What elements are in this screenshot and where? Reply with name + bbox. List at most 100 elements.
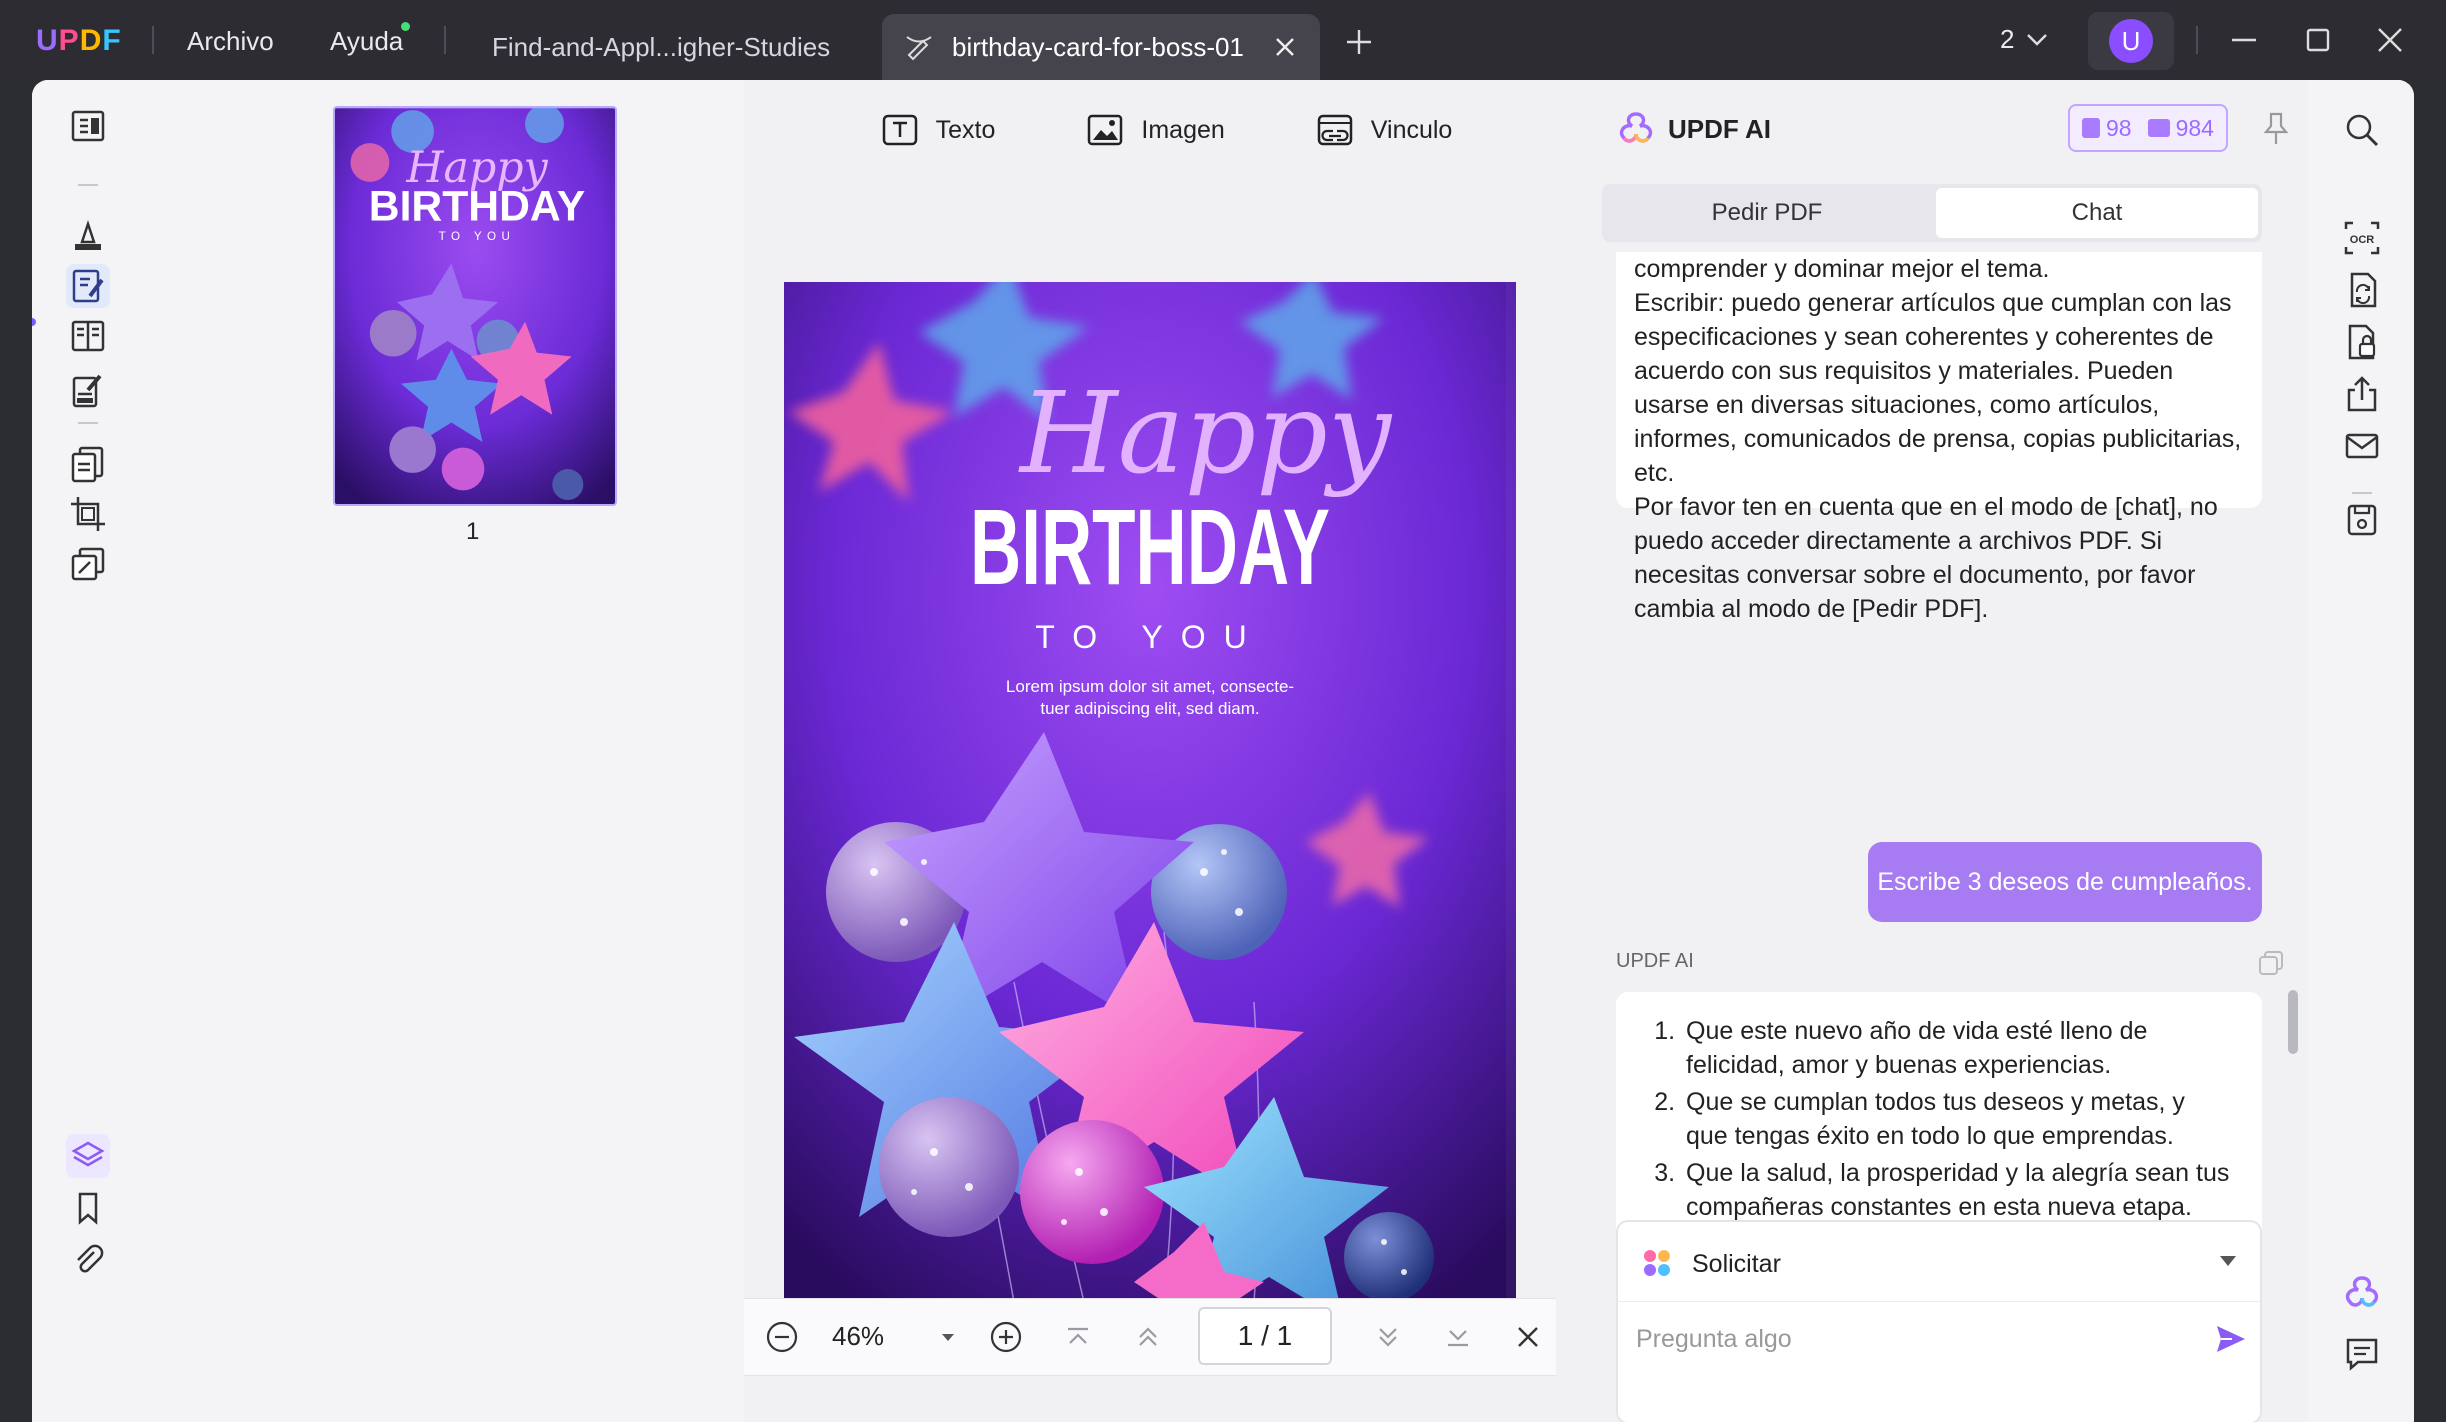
list-item: Que este nuevo año de vida esté lleno de… <box>1682 1014 2232 1082</box>
tab-label: Find-and-Appl...igher-Studies <box>492 31 831 62</box>
notification-dot <box>401 22 410 31</box>
ai-sender-label: UPDF AI <box>1616 950 1694 972</box>
title-bar: UPDF Archivo Ayuda Find-and-Appl...igher… <box>0 0 2446 80</box>
active-indicator <box>32 318 36 326</box>
protect-icon[interactable] <box>2342 322 2382 362</box>
card-birthday: BIRTHDAY <box>970 486 1330 607</box>
chevron-down-icon <box>2220 1256 2236 1266</box>
share-icon[interactable] <box>2342 374 2382 414</box>
prompt-mode-label: Solicitar <box>1692 1250 1781 1278</box>
close-window-icon[interactable] <box>2372 22 2408 58</box>
updf-ai-icon[interactable] <box>2342 1274 2382 1314</box>
fill-sign-icon[interactable] <box>66 368 110 412</box>
comment-tool-icon[interactable] <box>66 214 110 258</box>
menu-archivo[interactable]: Archivo <box>187 26 274 57</box>
right-tool-rail: OCR <box>2308 80 2414 1422</box>
divider <box>2352 492 2372 494</box>
document-area: Texto Imagen Vinculo Happy BIRTHDAY TO Y… <box>744 80 1588 1422</box>
updf-logo[interactable]: UPDF <box>36 24 122 58</box>
ocr-icon[interactable]: OCR <box>2342 218 2382 258</box>
last-page-icon[interactable] <box>1440 1319 1476 1355</box>
compress-icon[interactable] <box>66 542 110 586</box>
menu-ayuda[interactable]: Ayuda <box>330 26 403 57</box>
attachment-icon[interactable] <box>66 1238 110 1282</box>
thumbnail-panel: Happy BIRTHDAY TO YOU 1 <box>144 80 744 1422</box>
chat-quota-value: 984 <box>2175 114 2214 141</box>
page-thumbnail[interactable]: Happy BIRTHDAY TO YOU <box>333 106 617 506</box>
reader-mode-icon[interactable] <box>66 104 110 148</box>
ai-title: UPDF AI <box>1668 114 1772 144</box>
search-icon[interactable] <box>2342 110 2382 150</box>
new-tab-icon[interactable] <box>1345 28 1373 56</box>
close-zoombar-icon[interactable] <box>1510 1319 1546 1355</box>
divider <box>78 184 98 186</box>
chat-scrollbar[interactable] <box>2288 990 2298 1054</box>
thumbnail-page-number: 1 <box>466 518 480 545</box>
minimize-icon[interactable] <box>2226 22 2262 58</box>
pin-icon[interactable] <box>2260 110 2292 146</box>
maximize-icon[interactable] <box>2300 22 2336 58</box>
zoom-dropdown-icon[interactable] <box>930 1319 966 1355</box>
prompt-mode-icon <box>1644 1250 1670 1276</box>
chat-history: comprender y dominar mejor el tema. Escr… <box>1588 252 2308 1282</box>
convert-pdf-icon[interactable] <box>2342 270 2382 310</box>
svg-text:BIRTHDAY: BIRTHDAY <box>369 183 585 231</box>
ai-quota-badge[interactable]: 98 984 <box>2068 104 2228 152</box>
window-count: 2 <box>2000 24 2015 54</box>
add-image-label: Imagen <box>1141 115 1225 144</box>
add-link-button[interactable]: Vinculo <box>1315 110 1452 150</box>
tab-ask-pdf[interactable]: Pedir PDF <box>1606 188 1928 238</box>
add-text-button[interactable]: Texto <box>880 110 995 150</box>
tab-label: birthday-card-for-boss-01 <box>952 31 1244 62</box>
zoom-out-icon[interactable] <box>764 1319 800 1355</box>
bookmark-icon[interactable] <box>66 1186 110 1230</box>
convert-icon[interactable] <box>66 442 110 486</box>
updf-ai-logo-icon <box>1619 112 1653 143</box>
crop-icon[interactable] <box>66 492 110 536</box>
zoom-bar: 46% 1 / 1 <box>744 1298 1556 1376</box>
edit-mode-icon <box>906 36 932 61</box>
card-to-you: TO YOU <box>1035 619 1265 655</box>
next-page-icon[interactable] <box>1370 1319 1406 1355</box>
zoom-level[interactable]: 46% <box>832 1321 884 1352</box>
ai-message-line: comprender y dominar mejor el tema. <box>1634 255 2050 283</box>
copy-icon[interactable] <box>2256 948 2286 978</box>
chevron-down-icon <box>2027 33 2048 46</box>
divider <box>444 26 446 54</box>
chat-quota: 984 <box>2147 114 2214 142</box>
email-icon[interactable] <box>2342 426 2382 466</box>
ai-message-line: Por favor ten en cuenta que en el modo d… <box>1634 493 2218 623</box>
text-tool-icon <box>882 114 917 146</box>
pdf-quota-value: 98 <box>2106 114 2132 141</box>
page-organize-icon[interactable] <box>66 314 110 358</box>
ai-mode-switch: Pedir PDF Chat <box>1602 184 2262 242</box>
close-tab-icon[interactable] <box>1274 36 1296 58</box>
chat-composer: Solicitar <box>1616 1220 2262 1422</box>
avatar[interactable]: U <box>2109 19 2153 63</box>
ai-message-previous: comprender y dominar mejor el tema. Escr… <box>1616 252 2262 623</box>
svg-text:TO YOU: TO YOU <box>439 230 516 243</box>
ask-input[interactable] <box>1636 1314 2196 1364</box>
card-lorem-line1: Lorem ipsum dolor sit amet, consecte- <box>1006 677 1294 696</box>
previous-page-icon[interactable] <box>1130 1319 1166 1355</box>
save-icon[interactable] <box>2342 500 2382 540</box>
page-number-input[interactable]: 1 / 1 <box>1198 1307 1332 1365</box>
window-count-dropdown[interactable]: 2 <box>2000 24 2048 55</box>
tab-find-and-apply[interactable]: Find-and-Appl...igher-Studies <box>470 14 870 80</box>
list-item: Que se cumplan todos tus deseos y metas,… <box>1682 1085 2232 1153</box>
tab-birthday-card[interactable]: birthday-card-for-boss-01 <box>882 14 1320 80</box>
add-image-button[interactable]: Imagen <box>1085 110 1225 150</box>
user-message: Escribe 3 deseos de cumpleaños. <box>1868 842 2262 922</box>
tab-chat[interactable]: Chat <box>1936 188 2258 238</box>
edit-pdf-icon[interactable] <box>66 264 110 308</box>
divider <box>2196 26 2198 54</box>
ai-message-line: Escribir: puedo generar artículos que cu… <box>1634 289 2242 487</box>
pdf-page[interactable]: Happy BIRTHDAY TO YOU Lorem ipsum dolor … <box>784 282 1516 1302</box>
layers-icon[interactable] <box>66 1134 110 1178</box>
thumbnail-card-image: Happy BIRTHDAY TO YOU <box>335 108 615 504</box>
first-page-icon[interactable] <box>1060 1319 1096 1355</box>
prompt-mode-dropdown[interactable]: Solicitar <box>1618 1222 2260 1302</box>
send-icon[interactable] <box>2214 1322 2248 1356</box>
comments-icon[interactable] <box>2342 1334 2382 1374</box>
zoom-in-icon[interactable] <box>988 1319 1024 1355</box>
